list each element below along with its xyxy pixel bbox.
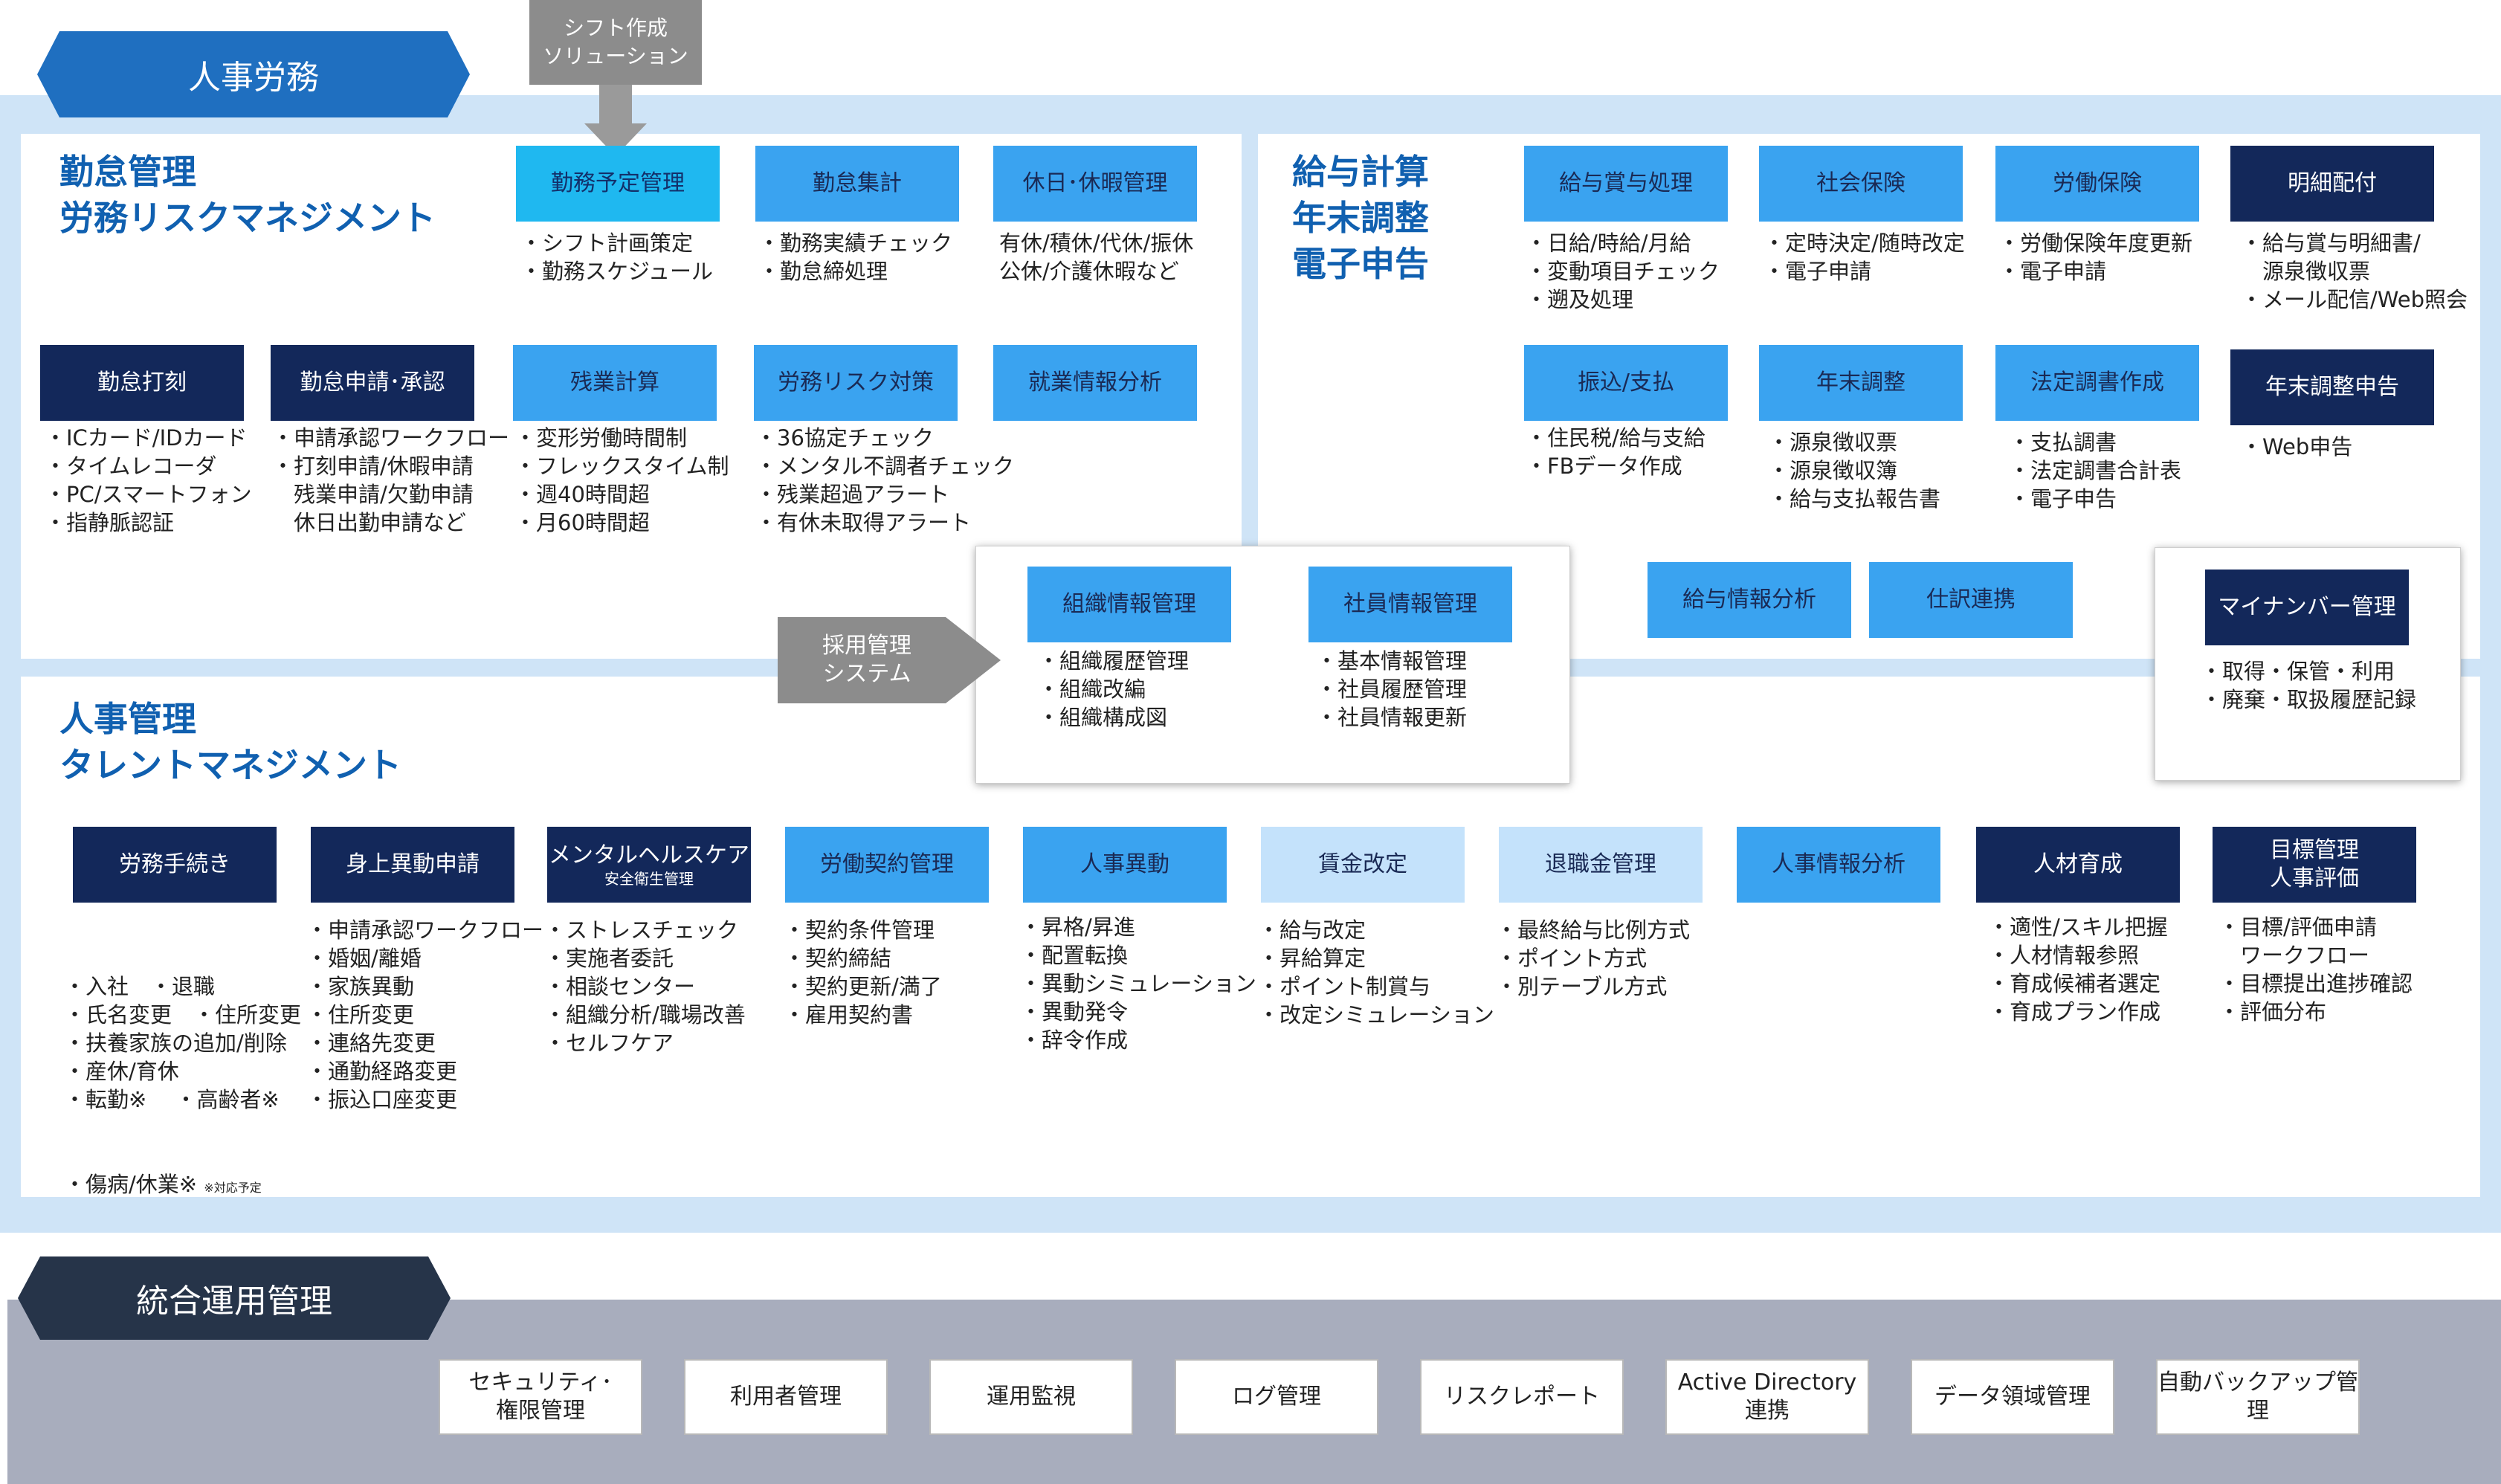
module-schedule[interactable]: 勤務予定管理 [516,146,720,222]
module-transfer-hr-items: ・昇格/昇進 ・配置転換 ・異動シミュレーション ・異動発令 ・辞令作成 [1020,914,1256,1053]
module-risk-items: ・36協定チェック ・メンタル不調者チェック ・残業超過アラート ・有休未取得アラート [755,425,1015,535]
module-transfer[interactable]: 振込/支払 [1524,345,1728,421]
module-org-items: ・組織履歴管理 ・組織改編 ・組織構成図 [1038,648,1190,730]
module-labor-ins[interactable]: 労働保険 [1995,146,2199,222]
module-salary-analysis[interactable]: 給与情報分析 [1648,562,1851,638]
module-risk[interactable]: 労務リスク対策 [754,345,958,421]
module-mynumber-items: ・取得・保管・利用 ・廃棄・取扱履歴記録 [2201,659,2417,712]
ops-log-management[interactable]: ログ管理 [1175,1359,1378,1435]
integrated-tag: 統合運用管理 [136,1283,332,1320]
ops-monitoring[interactable]: 運用監視 [929,1359,1133,1435]
ops-security[interactable]: セキュリティ･ 権限管理 [439,1359,642,1435]
module-mental[interactable]: メンタルヘルスケア 安全衛生管理 [547,827,751,903]
module-hr-analysis[interactable]: 人事情報分析 [1737,827,1940,903]
module-mental-label: メンタルヘルスケア [549,842,749,868]
module-labor-proc-items: ・入社 ・退職 ・氏名変更 ・住所変更 ・扶養家族の追加/削除 ・産休/育休 ・転勤※ … [64,974,302,1197]
module-retire-items: ・最終給与比例方式 ・ポイント方式 ・別テーブル方式 [1496,917,1691,999]
module-leave[interactable]: 休日･休暇管理 [993,146,1197,222]
module-retire[interactable]: 退職金管理 [1499,827,1703,903]
module-mental-sub: 安全衛生管理 [604,870,694,888]
module-request-items: ・申請承認ワークフロー ・打刻申請/休暇申請 残業申請/欠勤申請 休日出勤申請など [272,425,510,535]
module-schedule-items: ・シフト計画策定 ・勤務スケジュール [520,230,713,284]
module-mynumber[interactable]: マイナンバー管理 [2205,570,2409,645]
module-labor-ins-items: ・労働保険年度更新 ・電子申請 [1998,230,2193,284]
module-wage[interactable]: 賃金改定 [1261,827,1465,903]
module-talent[interactable]: 人材育成 [1976,827,2180,903]
ops-active-directory[interactable]: Active Directory 連携 [1665,1359,1869,1435]
module-salary[interactable]: 給与賞与処理 [1524,146,1728,222]
module-year-end-filing-items: ・Web申告 [2241,434,2353,459]
module-social[interactable]: 社会保険 [1759,146,1963,222]
module-mental-items: ・ストレスチェック ・実施者委託 ・相談センター ・組織分析/職場改善 ・セルフケア [544,917,746,1056]
module-contract-items: ・契約条件管理 ・契約締結 ・契約更新/満了 ・雇用契約書 [784,917,942,1027]
module-employee-items: ・基本情報管理 ・社員履歴管理 ・社員情報更新 [1316,648,1468,730]
module-attendance-total-items: ・勤務実績チェック ・勤怠締処理 [758,230,953,284]
module-year-end[interactable]: 年末調整 [1759,345,1963,421]
module-transfer-hr[interactable]: 人事異動 [1023,827,1227,903]
module-overtime[interactable]: 残業計算 [513,345,717,421]
shift-solution-box: シフト作成 ソリューション [529,0,702,85]
ops-risk-report[interactable]: リスクレポート [1420,1359,1624,1435]
module-talent-items: ・適性/スキル把握 ・人材情報参照 ・育成候補者選定 ・育成プラン作成 [1988,914,2168,1025]
module-clock[interactable]: 勤怠打刻 [40,345,244,421]
module-leave-items: 有休/積休/代休/振休 公休/介護休暇など [999,230,1194,284]
module-year-end-items: ・源泉徴収票 ・源泉徴収簿 ・給与支払報告書 [1768,430,1941,512]
module-clock-items: ・ICカード/IDカード ・タイムレコーダ ・PC/スマートフォン ・指静脈認証 [45,425,252,535]
module-personal-items: ・申請承認ワークフロー ・婚姻/離婚 ・家族異動 ・住所変更 ・連絡先変更 ・通勤経路変更… [306,917,544,1112]
module-payslip-items: ・給与賞与明細書/ 源泉徴収票 ・メール配信/Web照会 [2241,230,2468,312]
module-payslip[interactable]: 明細配付 [2230,146,2434,222]
module-personal[interactable]: 身上異動申請 [311,827,514,903]
module-goal-items: ・目標/評価申請 ワークフロー ・目標提出進捗確認 ・評価分布 [2218,914,2413,1025]
module-employee[interactable]: 社員情報管理 [1308,567,1512,642]
hr-section-title: 人事管理 タレントマネジメント [59,699,401,785]
module-year-end-filing[interactable]: 年末調整申告 [2230,349,2434,425]
module-work-analysis[interactable]: 就業情報分析 [993,345,1197,421]
hr-labor-tag: 人事労務 [188,59,319,97]
module-goal[interactable]: 目標管理 人事評価 [2213,827,2416,903]
module-contract[interactable]: 労働契約管理 [785,827,989,903]
recruit-system-box: 採用管理 システム [822,633,911,687]
module-org[interactable]: 組織情報管理 [1027,567,1231,642]
module-wage-items: ・給与改定 ・昇給算定 ・ポイント制賞与 ・改定シミュレーション [1258,917,1494,1027]
module-journal[interactable]: 仕訳連携 [1869,562,2073,638]
module-salary-items: ・日給/時給/月給 ・変動項目チェック ・遡及処理 [1526,230,1720,312]
module-labor-proc[interactable]: 労務手続き [73,827,277,903]
module-overtime-items: ・変形労働時間制 ・フレックスタイム制 ・週40時間超 ・月60時間超 [514,425,729,535]
module-legal[interactable]: 法定調書作成 [1995,345,2199,421]
module-attendance-total[interactable]: 勤怠集計 [755,146,959,222]
ops-user-management[interactable]: 利用者管理 [684,1359,888,1435]
module-request[interactable]: 勤怠申請･承認 [271,345,474,421]
attendance-section-title: 勤怠管理 労務リスクマネジメント [59,152,436,238]
module-legal-items: ・支払調書 ・法定調書合計表 ・電子申告 [2009,430,2182,512]
ops-data-area[interactable]: データ領域管理 [1911,1359,2114,1435]
ops-auto-backup[interactable]: 自動バックアップ管理 [2156,1359,2360,1435]
module-social-items: ・定時決定/随時改定 ・電子申請 [1763,230,1965,284]
module-transfer-items: ・住民税/給与支給 ・FBデータ作成 [1526,425,1705,479]
payroll-section-title: 給与計算 年末調整 電子申告 [1292,152,1429,284]
